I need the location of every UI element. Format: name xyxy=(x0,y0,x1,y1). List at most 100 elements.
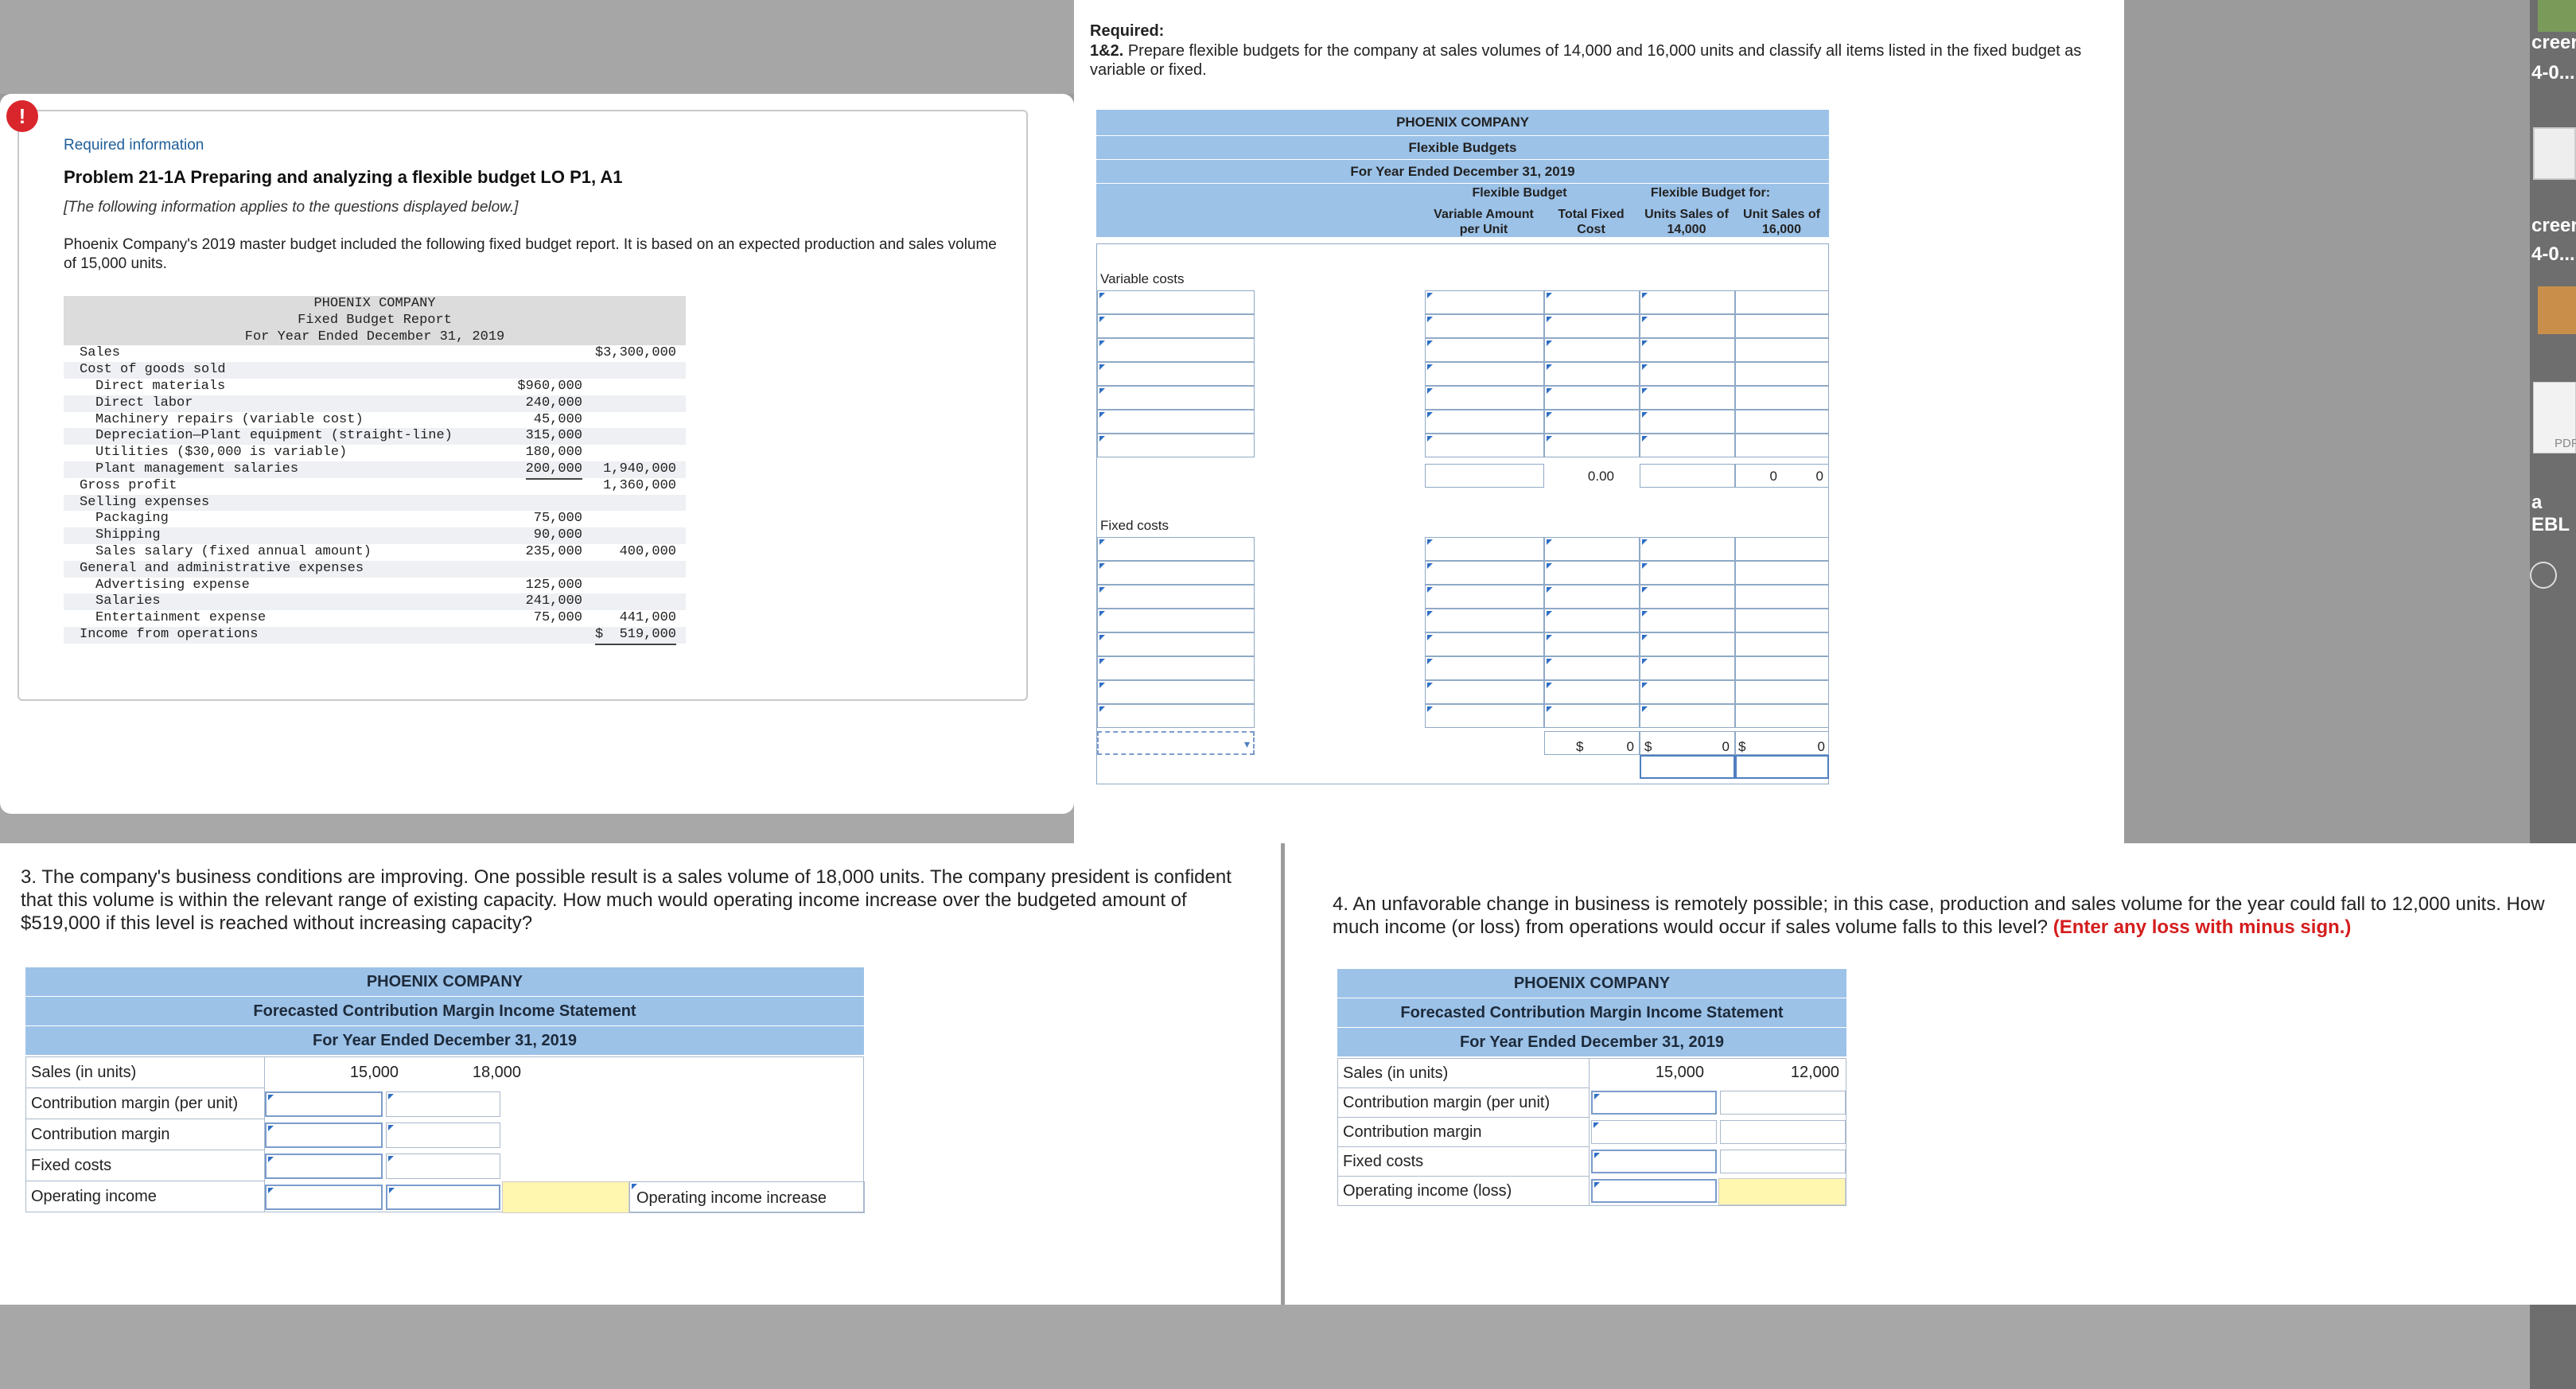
q3-operating-income-increase-cell[interactable] xyxy=(502,1181,629,1213)
fixed-total-input[interactable] xyxy=(1544,656,1640,680)
q3-18000-input[interactable] xyxy=(386,1122,500,1148)
units-16000-input[interactable] xyxy=(1735,338,1829,362)
fixed-cost-input[interactable] xyxy=(1425,656,1544,680)
budget-item-select[interactable] xyxy=(1097,537,1255,561)
variable-amount-input[interactable] xyxy=(1425,386,1544,410)
budget-item-select[interactable] xyxy=(1097,434,1255,457)
variable-total-fixed-input[interactable] xyxy=(1544,290,1640,314)
units-14000-input[interactable] xyxy=(1640,362,1735,386)
budget-item-select[interactable] xyxy=(1097,386,1255,410)
grand-total-input[interactable] xyxy=(1735,755,1829,779)
units-16000-input[interactable] xyxy=(1735,362,1829,386)
q3-18000-input[interactable] xyxy=(386,1091,500,1117)
thumbnail-image[interactable] xyxy=(2538,286,2576,334)
q4-15000-input[interactable] xyxy=(1591,1150,1717,1173)
units-14000-input[interactable] xyxy=(1640,656,1735,680)
budget-item-select[interactable] xyxy=(1097,609,1255,632)
units-14000-input[interactable] xyxy=(1640,537,1735,561)
variable-amount-input[interactable] xyxy=(1425,338,1544,362)
budget-item-select[interactable] xyxy=(1097,290,1255,314)
q4-15000-input[interactable] xyxy=(1591,1179,1717,1203)
units-16000-input[interactable] xyxy=(1735,585,1829,609)
q4-12000-input[interactable] xyxy=(1720,1091,1846,1115)
units-16000-input[interactable] xyxy=(1735,704,1829,728)
budget-item-select[interactable] xyxy=(1097,410,1255,434)
fixed-cost-input[interactable] xyxy=(1425,632,1544,656)
q4-operating-income-loss-cell[interactable] xyxy=(1718,1178,1846,1205)
fixed-cost-input[interactable] xyxy=(1425,680,1544,704)
fixed-cost-input[interactable] xyxy=(1425,609,1544,632)
units-14000-input[interactable] xyxy=(1640,609,1735,632)
fixed-total-input[interactable] xyxy=(1544,585,1640,609)
fixed-total-input[interactable] xyxy=(1544,561,1640,585)
fixed-cost-input[interactable] xyxy=(1425,585,1544,609)
budget-item-select[interactable] xyxy=(1097,561,1255,585)
grand-total-input[interactable] xyxy=(1640,755,1735,779)
variable-total-fixed-input[interactable] xyxy=(1544,338,1640,362)
budget-item-select[interactable] xyxy=(1097,632,1255,656)
fixed-cost-input[interactable] xyxy=(1425,537,1544,561)
units-14000-input[interactable] xyxy=(1640,585,1735,609)
pdf-thumbnail[interactable]: PDF xyxy=(2533,382,2576,453)
q4-12000-input[interactable] xyxy=(1720,1150,1846,1173)
q3-15000-input[interactable] xyxy=(265,1185,383,1210)
budget-item-select[interactable] xyxy=(1097,656,1255,680)
q4-12000-input[interactable] xyxy=(1720,1120,1846,1144)
fixed-cost-input[interactable] xyxy=(1425,704,1544,728)
fixed-total-input[interactable] xyxy=(1544,537,1640,561)
budget-item-select[interactable] xyxy=(1097,585,1255,609)
variable-total-fixed-input[interactable] xyxy=(1544,410,1640,434)
variable-amount-input[interactable] xyxy=(1425,434,1544,457)
units-14000-input[interactable] xyxy=(1640,314,1735,338)
fixed-total-input[interactable] xyxy=(1544,704,1640,728)
units-16000-input[interactable] xyxy=(1735,656,1829,680)
variable-total-fixed-input[interactable] xyxy=(1544,434,1640,457)
units-16000-input[interactable] xyxy=(1735,314,1829,338)
q3-15000-input[interactable] xyxy=(265,1091,383,1117)
fixed-total-input[interactable] xyxy=(1544,609,1640,632)
units-14000-input[interactable] xyxy=(1640,338,1735,362)
variable-total-fixed-input[interactable] xyxy=(1544,314,1640,338)
variable-amount-input[interactable] xyxy=(1425,290,1544,314)
units-14000-input[interactable] xyxy=(1640,290,1735,314)
q3-15000-input[interactable] xyxy=(265,1154,383,1179)
budget-item-select[interactable] xyxy=(1097,680,1255,704)
units-14000-input[interactable] xyxy=(1640,632,1735,656)
q4-15000-input[interactable] xyxy=(1591,1120,1717,1144)
variable-amount-input[interactable] xyxy=(1425,410,1544,434)
fixed-total-input[interactable] xyxy=(1544,632,1640,656)
units-14000-input[interactable] xyxy=(1640,410,1735,434)
thumbnail-screenshot[interactable] xyxy=(2533,127,2576,180)
budget-item-select[interactable] xyxy=(1097,338,1255,362)
units-16000-input[interactable] xyxy=(1735,632,1829,656)
units-14000-input[interactable] xyxy=(1640,561,1735,585)
units-16000-input[interactable] xyxy=(1735,609,1829,632)
operating-income-increase-label[interactable]: Operating income increase xyxy=(629,1181,865,1213)
units-16000-input[interactable] xyxy=(1735,537,1829,561)
q3-18000-input[interactable] xyxy=(386,1185,500,1210)
variable-amount-input[interactable] xyxy=(1425,314,1544,338)
units-14000-input[interactable] xyxy=(1640,680,1735,704)
thumbnail-image[interactable] xyxy=(2538,0,2576,32)
variable-total-fixed-input[interactable] xyxy=(1544,362,1640,386)
budget-item-select[interactable] xyxy=(1097,704,1255,728)
units-16000-input[interactable] xyxy=(1735,290,1829,314)
total-dropdown-select[interactable]: ▾ xyxy=(1097,731,1255,755)
units-16000-input[interactable] xyxy=(1735,434,1829,457)
fixed-cost-input[interactable] xyxy=(1425,561,1544,585)
units-14000-input[interactable] xyxy=(1640,704,1735,728)
units-14000-input[interactable] xyxy=(1640,386,1735,410)
q4-15000-input[interactable] xyxy=(1591,1091,1717,1115)
variable-total-fixed-input[interactable] xyxy=(1544,386,1640,410)
units-16000-input[interactable] xyxy=(1735,410,1829,434)
budget-item-select[interactable] xyxy=(1097,314,1255,338)
fixed-total-input[interactable] xyxy=(1544,680,1640,704)
budget-item-select[interactable] xyxy=(1097,362,1255,386)
units-16000-input[interactable] xyxy=(1735,386,1829,410)
units-16000-input[interactable] xyxy=(1735,680,1829,704)
variable-amount-input[interactable] xyxy=(1425,362,1544,386)
q3-18000-input[interactable] xyxy=(386,1154,500,1179)
units-14000-input[interactable] xyxy=(1640,434,1735,457)
q3-15000-input[interactable] xyxy=(265,1122,383,1148)
units-16000-input[interactable] xyxy=(1735,561,1829,585)
